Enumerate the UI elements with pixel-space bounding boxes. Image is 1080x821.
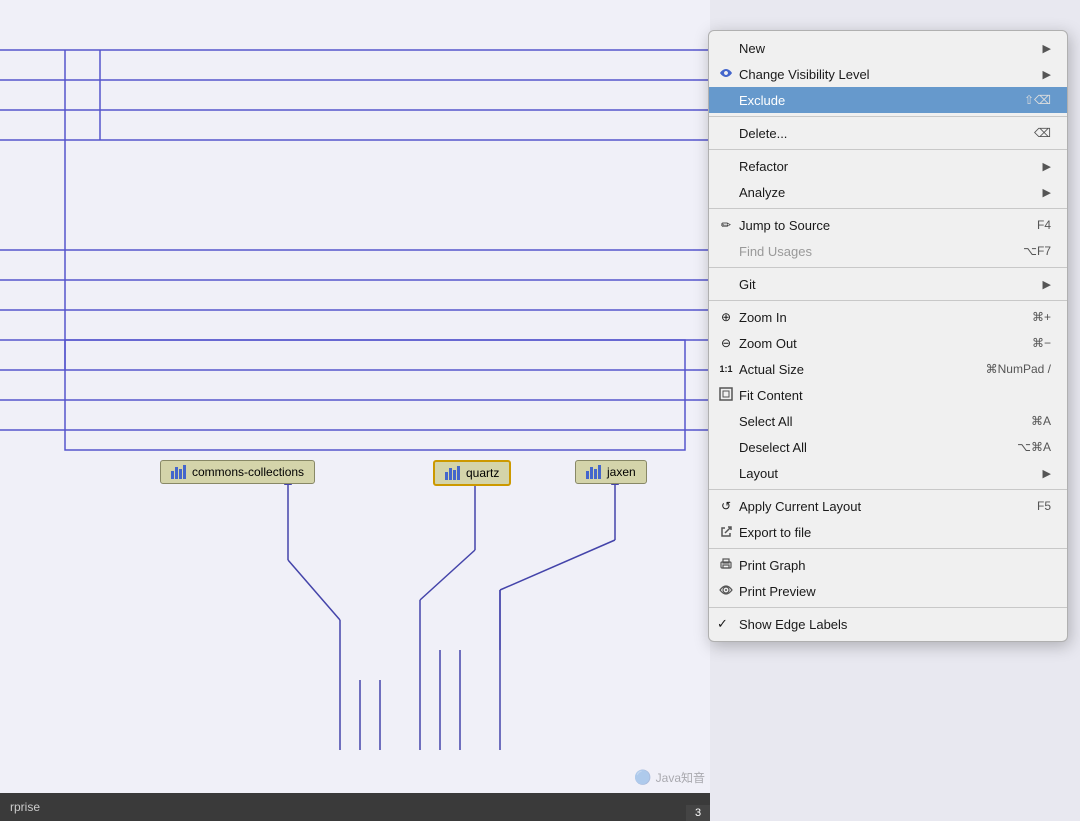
context-menu: New ▶ Change Visibility Level ▶ Exclude ⇧⌫ Del… xyxy=(708,30,1068,642)
actual-size-icon: 1:1 xyxy=(717,364,735,374)
jump-to-source-icon: ✏ xyxy=(717,218,735,232)
menu-separator xyxy=(709,300,1067,301)
menu-separator xyxy=(709,208,1067,209)
change-visibility-icon xyxy=(717,67,735,82)
find-usages-shortcut: ⌥F7 xyxy=(1023,244,1051,258)
fit-content-label: Fit Content xyxy=(739,388,1051,403)
menu-separator xyxy=(709,607,1067,608)
actual-size-shortcut: ⌘NumPad / xyxy=(986,362,1051,376)
menu-item-apply-layout[interactable]: ↺ Apply Current Layout F5 xyxy=(709,493,1067,519)
menu-separator xyxy=(709,489,1067,490)
menu-item-select-all[interactable]: Select All ⌘A xyxy=(709,408,1067,434)
menu-item-print-preview[interactable]: Print Preview xyxy=(709,578,1067,604)
node-label: quartz xyxy=(466,466,499,480)
menu-item-exclude[interactable]: Exclude ⇧⌫ xyxy=(709,87,1067,113)
delete-label: Delete... xyxy=(739,126,1014,141)
node-label: jaxen xyxy=(607,465,636,479)
apply-layout-label: Apply Current Layout xyxy=(739,499,1017,514)
fit-content-icon xyxy=(717,387,735,404)
find-usages-label: Find Usages xyxy=(739,244,1003,259)
refactor-label: Refactor xyxy=(739,159,1035,174)
node-jaxen[interactable]: jaxen xyxy=(575,460,647,484)
analyze-arrow-icon: ▶ xyxy=(1043,186,1051,199)
deselect-all-label: Deselect All xyxy=(739,440,997,455)
menu-item-show-edge-labels[interactable]: ✓ Show Edge Labels xyxy=(709,611,1067,637)
status-text: rprise xyxy=(10,800,40,814)
node-icon xyxy=(586,465,602,479)
jump-to-source-label: Jump to Source xyxy=(739,218,1017,233)
apply-layout-icon: ↺ xyxy=(717,499,735,513)
menu-item-analyze[interactable]: Analyze ▶ xyxy=(709,179,1067,205)
zoom-out-label: Zoom Out xyxy=(739,336,1012,351)
node-commons-collections[interactable]: commons-collections xyxy=(160,460,315,484)
menu-item-change-visibility[interactable]: Change Visibility Level ▶ xyxy=(709,61,1067,87)
menu-separator xyxy=(709,548,1067,549)
analyze-label: Analyze xyxy=(739,185,1035,200)
menu-item-refactor[interactable]: Refactor ▶ xyxy=(709,153,1067,179)
export-to-file-icon xyxy=(717,525,735,540)
node-icon xyxy=(445,466,461,480)
node-label: commons-collections xyxy=(192,465,304,479)
zoom-in-label: Zoom In xyxy=(739,310,1012,325)
menu-item-actual-size[interactable]: 1:1 Actual Size ⌘NumPad / xyxy=(709,356,1067,382)
diagram-area: commons-collections quartz jaxen rprise … xyxy=(0,0,710,821)
exclude-label: Exclude xyxy=(739,93,1004,108)
jump-to-source-shortcut: F4 xyxy=(1037,218,1051,232)
show-edge-labels-label: Show Edge Labels xyxy=(739,617,1051,632)
menu-item-zoom-out[interactable]: ⊖ Zoom Out ⌘− xyxy=(709,330,1067,356)
git-arrow-icon: ▶ xyxy=(1043,278,1051,291)
print-graph-label: Print Graph xyxy=(739,558,1051,573)
apply-layout-shortcut: F5 xyxy=(1037,499,1051,513)
new-label: New xyxy=(739,41,1035,56)
node-icon xyxy=(171,465,187,479)
layout-label: Layout xyxy=(739,466,1035,481)
node-quartz[interactable]: quartz xyxy=(433,460,511,486)
select-all-shortcut: ⌘A xyxy=(1031,414,1051,428)
exclude-shortcut: ⇧⌫ xyxy=(1024,93,1051,107)
zoom-out-icon: ⊖ xyxy=(717,336,735,350)
zoom-in-icon: ⊕ xyxy=(717,310,735,324)
menu-item-delete[interactable]: Delete... ⌫ xyxy=(709,120,1067,146)
menu-item-git[interactable]: Git ▶ xyxy=(709,271,1067,297)
zoom-in-shortcut: ⌘+ xyxy=(1032,310,1051,324)
menu-item-fit-content[interactable]: Fit Content xyxy=(709,382,1067,408)
layout-arrow-icon: ▶ xyxy=(1043,467,1051,480)
menu-separator xyxy=(709,149,1067,150)
menu-separator xyxy=(709,116,1067,117)
watermark-text: Java知音 xyxy=(656,769,705,786)
menu-item-zoom-in[interactable]: ⊕ Zoom In ⌘+ xyxy=(709,304,1067,330)
diagram-svg xyxy=(0,0,710,821)
watermark: 🔵 Java知音 xyxy=(634,769,705,786)
menu-item-export-to-file[interactable]: Export to file xyxy=(709,519,1067,545)
page-badge: 3 xyxy=(686,805,710,821)
deselect-all-shortcut: ⌥⌘A xyxy=(1017,440,1051,454)
change-visibility-arrow-icon: ▶ xyxy=(1043,68,1051,81)
change-visibility-label: Change Visibility Level xyxy=(739,67,1035,82)
new-arrow-icon: ▶ xyxy=(1043,42,1051,55)
git-label: Git xyxy=(739,277,1035,292)
actual-size-label: Actual Size xyxy=(739,362,966,377)
zoom-out-shortcut: ⌘− xyxy=(1032,336,1051,350)
checkmark-icon: ✓ xyxy=(717,616,728,632)
delete-shortcut: ⌫ xyxy=(1034,126,1051,140)
menu-item-new[interactable]: New ▶ xyxy=(709,35,1067,61)
menu-separator xyxy=(709,267,1067,268)
export-to-file-label: Export to file xyxy=(739,525,1051,540)
status-bar: rprise xyxy=(0,793,710,821)
refactor-arrow-icon: ▶ xyxy=(1043,160,1051,173)
menu-item-layout[interactable]: Layout ▶ xyxy=(709,460,1067,486)
menu-item-deselect-all[interactable]: Deselect All ⌥⌘A xyxy=(709,434,1067,460)
menu-item-print-graph[interactable]: Print Graph xyxy=(709,552,1067,578)
menu-item-jump-to-source[interactable]: ✏ Jump to Source F4 xyxy=(709,212,1067,238)
print-graph-icon xyxy=(717,558,735,573)
menu-item-find-usages: Find Usages ⌥F7 xyxy=(709,238,1067,264)
print-preview-label: Print Preview xyxy=(739,584,1051,599)
select-all-label: Select All xyxy=(739,414,1011,429)
print-preview-icon xyxy=(717,584,735,599)
